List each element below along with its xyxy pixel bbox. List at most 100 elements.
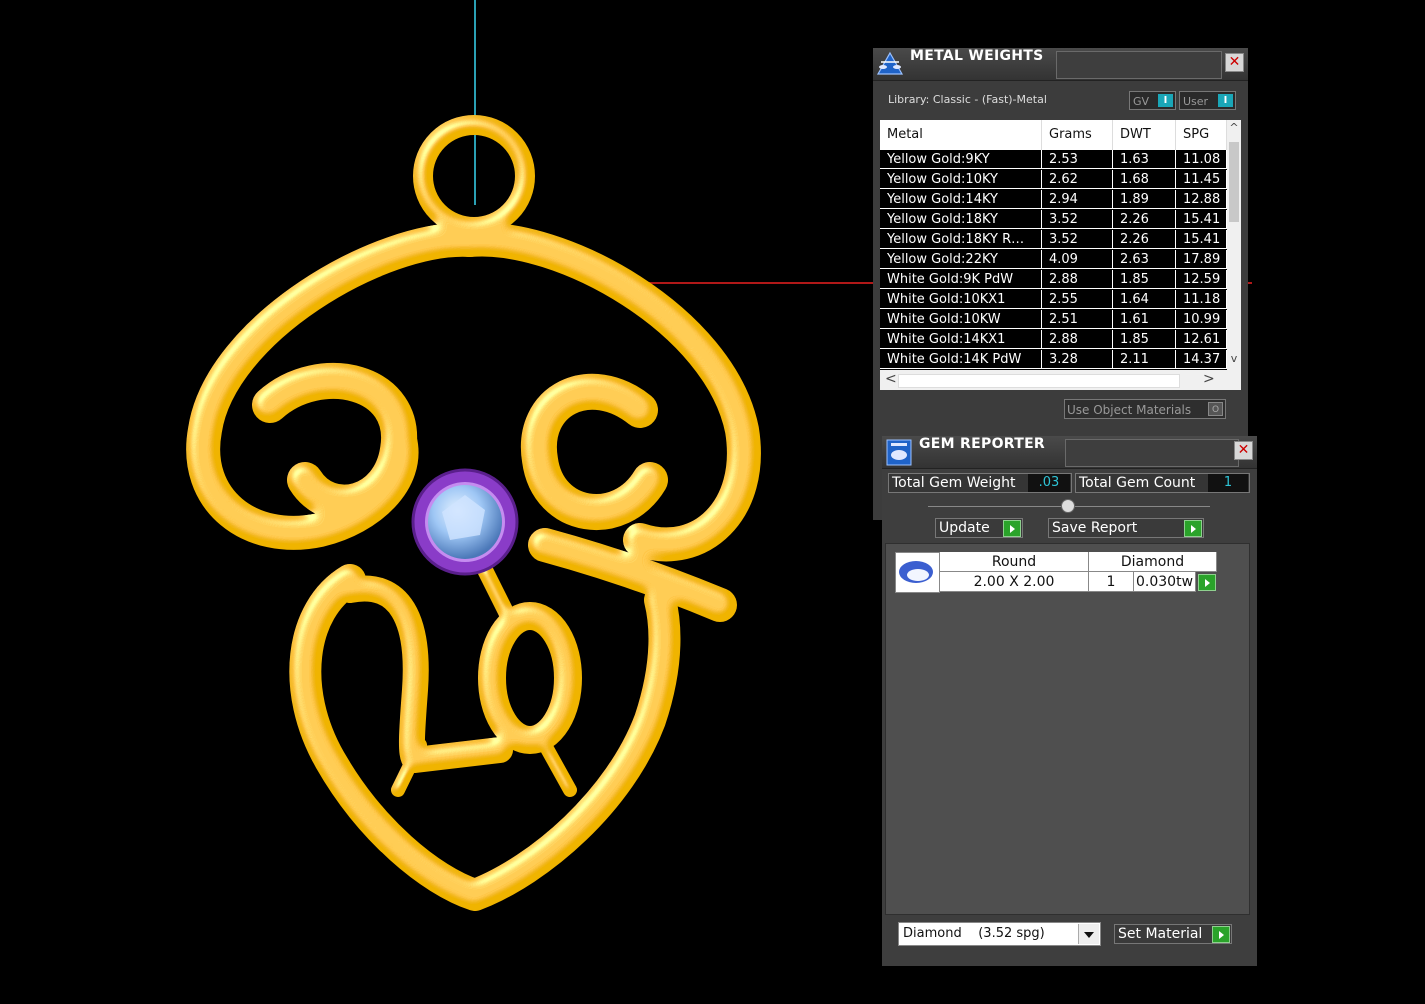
gv-label: GV bbox=[1133, 95, 1150, 108]
gem-list[interactable]: Round Diamond 2.00 X 2.00 1 0.030tw bbox=[885, 543, 1250, 915]
gem-reporter-title: GEM REPORTER bbox=[919, 436, 1046, 452]
metal-weights-table[interactable]: Metal Grams DWT SPG Yellow Gold:9KY 2.53… bbox=[880, 120, 1241, 390]
cell-metal: White Gold:14K PdW bbox=[880, 350, 1042, 369]
column-header-metal[interactable]: Metal bbox=[880, 120, 1042, 150]
user-label: User bbox=[1183, 95, 1209, 108]
total-gem-weight-value: .03 bbox=[1028, 474, 1070, 492]
cell-dwt: 1.64 bbox=[1113, 290, 1176, 309]
cell-grams: 2.53 bbox=[1042, 150, 1113, 169]
table-row[interactable]: White Gold:9K PdW 2.88 1.85 12.59 bbox=[880, 270, 1227, 290]
update-button[interactable]: Update bbox=[935, 518, 1023, 538]
gem-select-button[interactable] bbox=[1198, 574, 1216, 591]
cell-spg: 14.37 bbox=[1176, 350, 1227, 369]
gv-toggle[interactable]: GV I bbox=[1129, 91, 1176, 110]
column-header-dwt[interactable]: DWT bbox=[1113, 120, 1176, 150]
gem-reporter-titlebar[interactable]: GEM REPORTER ✕ bbox=[882, 436, 1257, 469]
use-object-materials-label: Use Object Materials bbox=[1067, 403, 1192, 417]
user-toggle[interactable]: User I bbox=[1179, 91, 1236, 110]
cell-metal: Yellow Gold:18KY R… bbox=[880, 230, 1042, 249]
cell-grams: 2.62 bbox=[1042, 170, 1113, 189]
gem-shape-cell: Round bbox=[940, 552, 1089, 572]
cell-grams: 2.94 bbox=[1042, 190, 1113, 209]
cell-spg: 11.45 bbox=[1176, 170, 1227, 189]
cell-metal: White Gold:14KX1 bbox=[880, 330, 1042, 349]
cell-dwt: 1.85 bbox=[1113, 270, 1176, 289]
scroll-up-icon[interactable]: ^ bbox=[1227, 121, 1241, 134]
cell-dwt: 2.11 bbox=[1113, 350, 1176, 369]
cell-spg: 12.59 bbox=[1176, 270, 1227, 289]
cell-dwt: 2.63 bbox=[1113, 250, 1176, 269]
column-header-grams[interactable]: Grams bbox=[1042, 120, 1113, 150]
cell-metal: Yellow Gold:9KY bbox=[880, 150, 1042, 169]
cell-spg: 17.89 bbox=[1176, 250, 1227, 269]
cell-grams: 2.88 bbox=[1042, 330, 1113, 349]
column-header-spg[interactable]: SPG bbox=[1176, 120, 1227, 150]
cell-spg: 12.61 bbox=[1176, 330, 1227, 349]
cell-dwt: 1.63 bbox=[1113, 150, 1176, 169]
gem-setting[interactable] bbox=[411, 468, 519, 576]
splitter-handle[interactable] bbox=[1061, 499, 1075, 513]
gem-reporter-close-button[interactable]: ✕ bbox=[1234, 441, 1253, 460]
table-horizontal-scrollbar[interactable]: < > bbox=[880, 370, 1241, 390]
vertical-scroll-thumb[interactable] bbox=[1229, 142, 1239, 222]
chevron-down-icon[interactable] bbox=[1078, 924, 1099, 944]
table-row[interactable]: Yellow Gold:18KY R… 3.52 2.26 15.41 bbox=[880, 230, 1227, 250]
cell-grams: 3.52 bbox=[1042, 210, 1113, 229]
gem-count-cell: 1 bbox=[1089, 572, 1134, 592]
table-row[interactable]: White Gold:14K PdW 3.28 2.11 14.37 bbox=[880, 350, 1227, 370]
scroll-right-icon[interactable]: > bbox=[1203, 371, 1215, 387]
set-material-button[interactable]: Set Material bbox=[1114, 924, 1232, 944]
scale-icon bbox=[876, 51, 904, 75]
table-row[interactable]: Yellow Gold:10KY 2.62 1.68 11.45 bbox=[880, 170, 1227, 190]
cell-metal: Yellow Gold:18KY bbox=[880, 210, 1042, 229]
total-gem-weight-label: Total Gem Weight bbox=[892, 475, 1016, 491]
material-select[interactable]: Diamond (3.52 spg) bbox=[898, 922, 1101, 946]
table-row[interactable]: Yellow Gold:22KY 4.09 2.63 17.89 bbox=[880, 250, 1227, 270]
cell-metal: Yellow Gold:14KY bbox=[880, 190, 1042, 209]
metal-weights-titlebar[interactable]: METAL WEIGHTS ✕ bbox=[873, 48, 1248, 81]
title-spacer bbox=[1065, 439, 1239, 467]
cell-grams: 2.51 bbox=[1042, 310, 1113, 329]
gem-reporter-panel: GEM REPORTER ✕ Total Gem Weight .03 Tota… bbox=[882, 436, 1257, 966]
save-report-button[interactable]: Save Report bbox=[1048, 518, 1204, 538]
play-icon bbox=[1184, 520, 1202, 537]
metal-weights-close-button[interactable]: ✕ bbox=[1225, 53, 1244, 72]
gv-toggle-indicator: I bbox=[1158, 94, 1173, 107]
cell-metal: White Gold:9K PdW bbox=[880, 270, 1042, 289]
table-row[interactable]: White Gold:10KW 2.51 1.61 10.99 bbox=[880, 310, 1227, 330]
use-object-materials-toggle[interactable]: Use Object Materials O bbox=[1064, 399, 1226, 419]
table-row[interactable]: Yellow Gold:18KY 3.52 2.26 15.41 bbox=[880, 210, 1227, 230]
round-gem-icon bbox=[899, 561, 933, 583]
set-material-label: Set Material bbox=[1118, 926, 1203, 942]
cell-metal: White Gold:10KX1 bbox=[880, 290, 1042, 309]
table-row[interactable]: Yellow Gold:14KY 2.94 1.89 12.88 bbox=[880, 190, 1227, 210]
library-label: Library: Classic - (Fast)-Metal bbox=[888, 93, 1047, 106]
cell-dwt: 2.26 bbox=[1113, 210, 1176, 229]
table-row[interactable]: Yellow Gold:9KY 2.53 1.63 11.08 bbox=[880, 150, 1227, 170]
cell-spg: 11.18 bbox=[1176, 290, 1227, 309]
total-gem-weight-field: Total Gem Weight .03 bbox=[888, 473, 1072, 493]
horizontal-scroll-thumb[interactable] bbox=[898, 374, 1180, 388]
table-header: Metal Grams DWT SPG bbox=[880, 120, 1227, 150]
cell-spg: 11.08 bbox=[1176, 150, 1227, 169]
cell-spg: 15.41 bbox=[1176, 230, 1227, 249]
gem-size-cell: 2.00 X 2.00 bbox=[940, 572, 1089, 592]
update-label: Update bbox=[939, 520, 990, 536]
cell-metal: Yellow Gold:10KY bbox=[880, 170, 1042, 189]
scroll-left-icon[interactable]: < bbox=[885, 371, 897, 387]
total-gem-count-label: Total Gem Count bbox=[1079, 475, 1196, 491]
table-row[interactable]: White Gold:10KX1 2.55 1.64 11.18 bbox=[880, 290, 1227, 310]
cell-grams: 4.09 bbox=[1042, 250, 1113, 269]
gem-report-icon bbox=[886, 439, 912, 466]
cell-grams: 3.28 bbox=[1042, 350, 1113, 369]
scroll-down-icon[interactable]: v bbox=[1227, 352, 1241, 365]
total-gem-count-value: 1 bbox=[1208, 474, 1248, 492]
cell-dwt: 1.61 bbox=[1113, 310, 1176, 329]
table-row[interactable]: White Gold:14KX1 2.88 1.85 12.61 bbox=[880, 330, 1227, 350]
gem-row[interactable] bbox=[895, 552, 940, 593]
cell-dwt: 1.68 bbox=[1113, 170, 1176, 189]
play-icon bbox=[1003, 520, 1021, 537]
cell-grams: 2.88 bbox=[1042, 270, 1113, 289]
table-vertical-scrollbar[interactable]: ^ v bbox=[1227, 120, 1241, 370]
material-select-value: Diamond (3.52 spg) bbox=[903, 926, 1045, 941]
